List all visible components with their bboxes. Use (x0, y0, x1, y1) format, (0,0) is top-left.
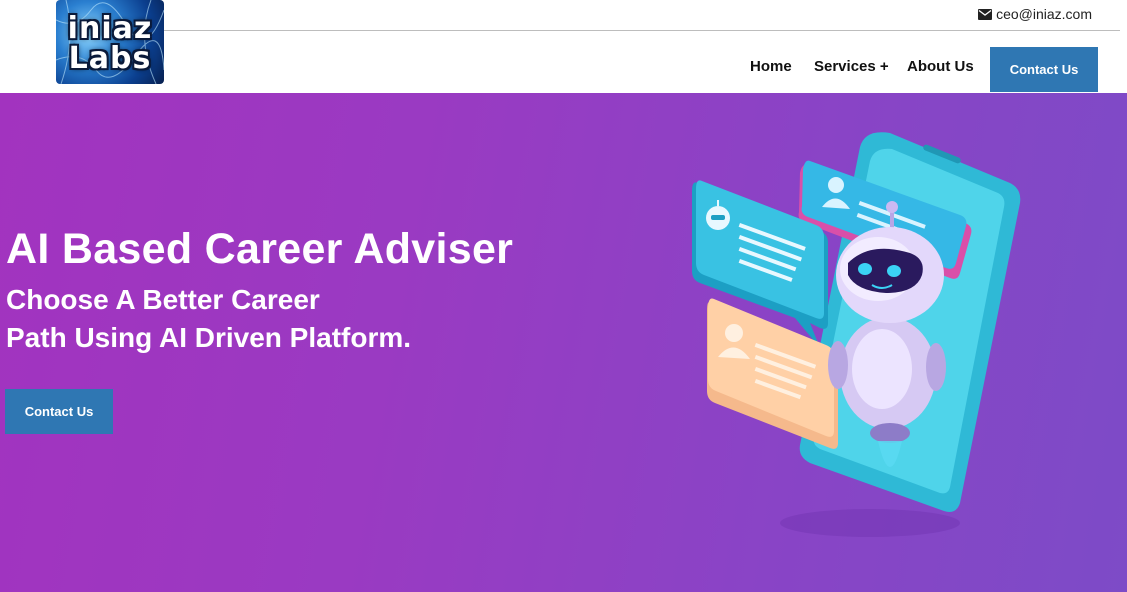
ai-robot-chat-illustration (692, 132, 1021, 537)
contact-email[interactable]: ceo@iniaz.com (978, 6, 1092, 22)
nav-services[interactable]: Services + (814, 58, 889, 75)
logo-text-line2: Labs (68, 41, 152, 76)
header-divider (164, 30, 1120, 31)
nav-home[interactable]: Home (750, 58, 792, 75)
site-header: iniaz Labs ceo@iniaz.com Home Services +… (0, 0, 1127, 93)
hero-title: AI Based Career Adviser (6, 225, 514, 273)
hero-subtitle-line1: Choose A Better Career (6, 284, 320, 315)
email-text[interactable]: ceo@iniaz.com (996, 6, 1092, 22)
hero-contact-button[interactable]: Contact Us (5, 389, 113, 434)
header-contact-button[interactable]: Contact Us (990, 47, 1098, 92)
hero-subtitle-line2: Path Using AI Driven Platform. (6, 322, 412, 353)
hero-section: AI Based Career Adviser Choose A Better … (0, 93, 1127, 592)
envelope-icon (978, 8, 993, 20)
logo-text-line1: iniaz (67, 11, 153, 46)
nav-about-us[interactable]: About Us (907, 58, 974, 75)
iniaz-labs-logo[interactable]: iniaz Labs (56, 0, 164, 84)
